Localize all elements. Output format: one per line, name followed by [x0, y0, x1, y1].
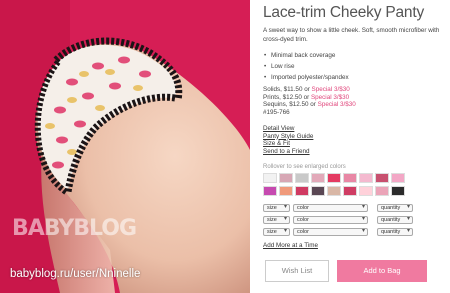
- color-swatch[interactable]: [327, 173, 341, 183]
- feature-list: Minimal back coverage Low rise Imported …: [263, 50, 445, 83]
- color-swatch[interactable]: [263, 186, 277, 196]
- price-text: Sequins, $12.50 or: [263, 101, 318, 108]
- price-text: Prints, $12.50 or: [263, 93, 311, 101]
- color-swatch[interactable]: [279, 173, 293, 183]
- color-swatch[interactable]: [391, 186, 405, 196]
- watermark-url: babyblog.ru/user/Nninelle: [10, 268, 141, 280]
- color-swatch[interactable]: [311, 173, 325, 183]
- wish-list-button[interactable]: Wish List: [265, 260, 329, 282]
- special-offer-link[interactable]: Special 3/$30: [311, 94, 349, 101]
- feature-item: Imported polyester/spandex: [263, 72, 445, 83]
- feature-item: Low rise: [263, 61, 445, 72]
- quantity-select[interactable]: quantity: [377, 204, 413, 212]
- color-swatch[interactable]: [295, 173, 309, 183]
- send-friend-link[interactable]: Send to a Friend: [263, 148, 445, 156]
- detail-view-link[interactable]: Detail View: [263, 125, 445, 133]
- color-swatch[interactable]: [343, 173, 357, 183]
- product-photo: BABYBLOG babyblog.ru/user/Nninelle: [0, 0, 250, 293]
- item-number: #195-766: [263, 108, 290, 116]
- size-select[interactable]: size: [263, 216, 290, 224]
- quantity-select[interactable]: quantity: [377, 228, 413, 236]
- product-links: Detail View Panty Style Guide Size & Fit…: [263, 125, 445, 155]
- option-selects: size color quantity size color quantity …: [263, 204, 445, 249]
- product-title: Lace-trim Cheeky Panty: [263, 4, 424, 21]
- color-select[interactable]: color: [293, 228, 368, 236]
- product-photo-graphic: [0, 0, 250, 293]
- color-swatches: [263, 173, 445, 196]
- price-list: Solids, $11.50 or Special 3/$30 Prints, …: [263, 86, 445, 116]
- special-offer-link[interactable]: Special 3/$30: [312, 86, 350, 93]
- select-row: size color quantity: [263, 216, 445, 224]
- color-swatch[interactable]: [343, 186, 357, 196]
- color-swatch[interactable]: [375, 186, 389, 196]
- color-swatch[interactable]: [263, 173, 277, 183]
- select-row: size color quantity: [263, 228, 445, 236]
- style-guide-link[interactable]: Panty Style Guide: [263, 133, 445, 141]
- color-swatch[interactable]: [311, 186, 325, 196]
- color-swatch[interactable]: [279, 186, 293, 196]
- action-buttons: Wish List Add to Bag: [263, 260, 445, 282]
- product-description: A sweet way to show a little cheek. Soft…: [263, 27, 440, 43]
- color-swatch[interactable]: [327, 186, 341, 196]
- price-row: Sequins, $12.50 or Special 3/$30: [263, 101, 445, 109]
- size-fit-link[interactable]: Size & Fit: [263, 140, 445, 148]
- price-row: Solids, $11.50 or Special 3/$30: [263, 86, 445, 94]
- color-swatch[interactable]: [391, 173, 405, 183]
- add-more-link[interactable]: Add More at a Time: [263, 242, 445, 249]
- color-select[interactable]: color: [293, 216, 368, 224]
- add-to-bag-button[interactable]: Add to Bag: [337, 260, 427, 282]
- color-swatch[interactable]: [359, 186, 373, 196]
- price-row: Prints, $12.50 or Special 3/$30: [263, 94, 445, 102]
- size-select[interactable]: size: [263, 228, 290, 236]
- color-swatch[interactable]: [359, 173, 373, 183]
- quantity-select[interactable]: quantity: [377, 216, 413, 224]
- watermark-logo: BABYBLOG: [12, 216, 137, 241]
- feature-item: Minimal back coverage: [263, 50, 445, 61]
- price-text: Solids, $11.50 or: [263, 86, 312, 93]
- color-select[interactable]: color: [293, 204, 368, 212]
- swatch-hint: Rollover to see enlarged colors: [263, 164, 346, 170]
- special-offer-link[interactable]: Special 3/$30: [318, 101, 356, 108]
- select-row: size color quantity: [263, 204, 445, 212]
- product-panel: Lace-trim Cheeky Panty A sweet way to sh…: [263, 0, 445, 293]
- size-select[interactable]: size: [263, 204, 290, 212]
- color-swatch[interactable]: [295, 186, 309, 196]
- color-swatch[interactable]: [375, 173, 389, 183]
